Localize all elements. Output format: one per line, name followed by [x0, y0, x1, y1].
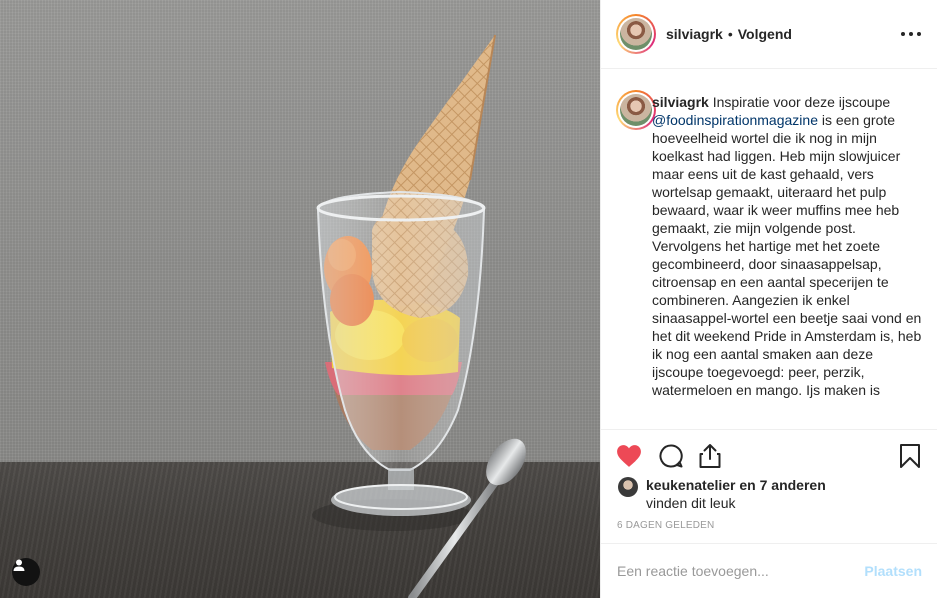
likes-suffix: vinden dit leuk [646, 495, 736, 511]
avatar[interactable] [616, 14, 656, 54]
action-bar [601, 429, 937, 481]
likes-count-link[interactable]: en 7 anderen [736, 477, 825, 493]
post-comment-button[interactable]: Plaatsen [864, 563, 922, 579]
heart-icon[interactable] [615, 442, 643, 470]
liker-avatar[interactable] [618, 477, 638, 497]
follow-status-button[interactable]: Volgend [738, 26, 792, 42]
caption-text: silviagrk Inspiratie voor deze ijscoupe … [652, 93, 922, 399]
mention-link[interactable]: @foodinspirationmagazine [652, 112, 818, 128]
post-timestamp[interactable]: 6 DAGEN GELEDEN [617, 520, 714, 531]
more-options-icon[interactable] [901, 24, 921, 44]
separator-dot: • [727, 26, 733, 42]
comments-section[interactable]: silviagrk Inspiratie voor deze ijscoupe … [601, 69, 937, 429]
liker-username[interactable]: keukenatelier [646, 477, 736, 493]
caption-body: is een grote hoeveelheid wortel die ik n… [652, 112, 922, 398]
comment-input[interactable] [617, 563, 865, 579]
ice-cream-sundae-illustration [312, 34, 526, 598]
user-icon [13, 559, 25, 571]
post-header: silviagrk • Volgend [601, 0, 937, 69]
username-link[interactable]: silviagrk [666, 26, 723, 42]
caption-username[interactable]: silviagrk [652, 94, 709, 110]
post-photo[interactable] [0, 0, 600, 598]
caption-intro: Inspiratie voor deze ijscoupe [708, 94, 895, 110]
bookmark-icon[interactable] [896, 442, 924, 470]
post-side-panel: silviagrk • Volgend silviagrk Inspiratie… [600, 0, 937, 598]
share-icon[interactable] [696, 442, 724, 470]
tagged-user-badge[interactable] [12, 558, 40, 586]
likes-summary: keukenatelier en 7 anderen vinden dit le… [618, 476, 826, 512]
add-comment-form: Plaatsen [601, 543, 937, 598]
avatar-image [620, 18, 652, 50]
comment-icon[interactable] [657, 442, 685, 470]
